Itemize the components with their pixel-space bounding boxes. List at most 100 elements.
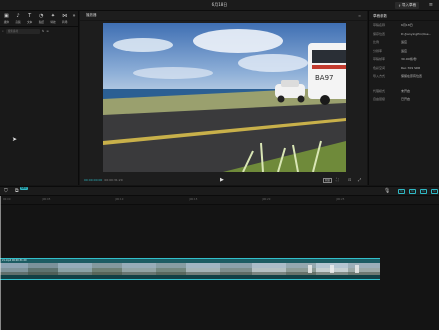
detail-value: 6月18日 bbox=[401, 23, 413, 28]
text-icon: T bbox=[28, 13, 32, 19]
snap-icon[interactable]: ⇋ bbox=[409, 189, 416, 194]
timecode: 00:00:00:00 00:00:31:20 bbox=[84, 178, 123, 182]
detail-value: 适应 bbox=[401, 40, 408, 45]
detail-value: Rec.709 SDR bbox=[401, 65, 421, 70]
share-icon: ⇪ bbox=[398, 3, 401, 8]
detail-value: D:/JianyingPro/Use... bbox=[401, 31, 432, 36]
detail-row: 自由层级 已开启 bbox=[369, 95, 439, 104]
ruler-tick: |00:05 bbox=[42, 198, 51, 201]
detail-row: 导入方式 保留在原有位置 bbox=[369, 72, 439, 81]
filter-icon[interactable]: ≡ bbox=[46, 29, 49, 33]
transition-icon: ⋈ bbox=[62, 13, 68, 19]
detail-value: 30.00帧/秒 bbox=[401, 57, 417, 62]
player-panel: 播放器 ≡ BA97 00:00:00:00 00:00:31:20 ▶ 原始 … bbox=[80, 11, 367, 185]
mouse-pointer-icon: ➤ bbox=[12, 136, 18, 143]
video-clip[interactable]: 21.mp4 00:00:31:20 bbox=[0, 258, 380, 280]
video-frame-image: BA97 bbox=[103, 23, 346, 172]
more-tools-button[interactable]: » bbox=[71, 12, 77, 26]
detail-row: 草稿名称 6月18日 bbox=[369, 21, 439, 30]
detail-value: 适应 bbox=[401, 48, 408, 53]
double-chevron-icon: » bbox=[72, 13, 76, 19]
detail-key: 自由层级 bbox=[373, 97, 386, 102]
play-button[interactable]: ▶ bbox=[220, 177, 224, 183]
import-draft-label: 导入草稿 bbox=[402, 3, 416, 7]
media-toolbar: ▣ 媒体 ♪ 音频 T 文本 ◔ 贴纸 ✦ 特效 ⋈ 转场 » bbox=[0, 11, 78, 27]
sticker-icon: ◔ bbox=[39, 13, 44, 19]
detail-key: 代理模式 bbox=[373, 88, 386, 93]
tab-effects[interactable]: ✦ 特效 bbox=[48, 12, 59, 26]
timeline-toolbar: ⛉ ⧉ NEW 🎙 ⇋ ⇋ ⇋ ⇋ bbox=[0, 186, 439, 196]
detail-key: 导入方式 bbox=[373, 74, 386, 79]
fit-icon[interactable]: ⊡ bbox=[348, 177, 351, 182]
main-menu-icon[interactable]: ≡ bbox=[429, 2, 433, 9]
link-icon[interactable]: ⇋ bbox=[398, 189, 405, 194]
draft-details-panel: 草稿参数 草稿名称 6月18日 保存位置 D:/JianyingPro/Use...… bbox=[368, 11, 439, 185]
tab-label: 贴纸 bbox=[38, 21, 44, 24]
tab-label: 媒体 bbox=[3, 21, 9, 24]
microphone-icon[interactable]: 🎙 bbox=[384, 188, 390, 194]
shield-icon[interactable]: ⛉ bbox=[4, 188, 8, 194]
zoom-icon[interactable]: ⇋ bbox=[431, 189, 438, 194]
media-icon: ▣ bbox=[3, 13, 9, 19]
media-panel: ▣ 媒体 ♪ 音频 T 文本 ◔ 贴纸 ✦ 特效 ⋈ 转场 » ⌕ ⇅ ≡ bbox=[0, 11, 79, 185]
player-header: 播放器 ≡ bbox=[80, 11, 367, 21]
detail-key: 草稿名称 bbox=[373, 23, 386, 28]
import-draft-button[interactable]: ⇪ 导入草稿 bbox=[395, 2, 419, 9]
detail-key: 比例 bbox=[373, 40, 380, 45]
search-icon: ⌕ bbox=[2, 29, 4, 33]
detail-row: 比例 适应 bbox=[369, 38, 439, 47]
detail-row: 色彩空间 Rec.709 SDR bbox=[369, 64, 439, 73]
detail-key: 保存位置 bbox=[373, 31, 386, 36]
audio-icon: ♪ bbox=[16, 13, 20, 19]
tab-transition[interactable]: ⋈ 转场 bbox=[59, 12, 70, 26]
detail-key: 草稿帧率 bbox=[373, 57, 386, 62]
effects-icon: ✦ bbox=[50, 13, 56, 19]
clip-label: 21.mp4 00:00:31:20 bbox=[2, 259, 27, 262]
ruler-tick: |00:25 bbox=[336, 198, 345, 201]
tab-text[interactable]: T 文本 bbox=[24, 12, 35, 26]
aspect-ratio-button[interactable]: 原始 bbox=[323, 178, 333, 183]
current-timecode: 00:00:00:00 bbox=[84, 178, 103, 182]
media-search-row: ⌕ ⇅ ≡ bbox=[0, 27, 78, 35]
total-timecode: 00:00:31:20 bbox=[104, 178, 123, 182]
ruler-tick: 00:00 bbox=[3, 198, 11, 201]
bus-plate-text: BA97 bbox=[315, 74, 334, 82]
preview-axis-icon[interactable]: ⇋ bbox=[420, 189, 427, 194]
crop-icon[interactable]: ⛶ bbox=[336, 177, 339, 182]
ruler-tick: |00:15 bbox=[189, 198, 198, 201]
player-options-icon[interactable]: ≡ bbox=[358, 14, 361, 18]
video-preview[interactable]: BA97 bbox=[103, 23, 346, 172]
tab-label: 转场 bbox=[62, 21, 68, 24]
timeline-ruler[interactable]: 00:00 |00:05 |00:10 |00:15 |00:20 |00:25 bbox=[0, 196, 439, 205]
fullscreen-icon[interactable]: ⤢ bbox=[358, 177, 361, 182]
detail-key: 色彩空间 bbox=[373, 65, 386, 70]
split-icon[interactable]: ⧉ bbox=[15, 188, 19, 194]
details-title: 草稿参数 bbox=[369, 11, 439, 21]
player-title: 播放器 bbox=[86, 13, 97, 17]
clip-audio-strip bbox=[0, 275, 380, 279]
sort-icon[interactable]: ⇅ bbox=[42, 29, 45, 33]
detail-value: 已开启 bbox=[401, 97, 411, 102]
tab-audio[interactable]: ♪ 音频 bbox=[13, 12, 24, 26]
playhead[interactable] bbox=[0, 196, 1, 330]
detail-row: 草稿帧率 30.00帧/秒 bbox=[369, 55, 439, 64]
project-title: 6月18日 bbox=[211, 2, 228, 7]
tab-label: 文本 bbox=[27, 21, 33, 24]
detail-value: 保留在原有位置 bbox=[401, 74, 423, 79]
detail-value: 未开启 bbox=[401, 88, 411, 93]
ruler-tick: |00:20 bbox=[262, 198, 271, 201]
tab-sticker[interactable]: ◔ 贴纸 bbox=[36, 12, 47, 26]
tab-media[interactable]: ▣ 媒体 bbox=[1, 12, 12, 26]
detail-row: 代理模式 未开启 bbox=[369, 87, 439, 96]
timeline-tracks[interactable]: 21.mp4 00:00:31:20 bbox=[0, 205, 439, 330]
detail-key: 分辨率 bbox=[373, 48, 383, 53]
tab-label: 音频 bbox=[15, 21, 21, 24]
media-search-input[interactable] bbox=[5, 28, 40, 34]
tab-label: 特效 bbox=[50, 21, 56, 24]
title-bar: 6月18日 ⇪ 导入草稿 ≡ bbox=[0, 0, 439, 11]
new-badge: NEW bbox=[20, 187, 28, 190]
detail-row: 保存位置 D:/JianyingPro/Use... bbox=[369, 30, 439, 39]
detail-row: 分辨率 适应 bbox=[369, 47, 439, 56]
player-controls: 00:00:00:00 00:00:31:20 ▶ 原始 ⛶ ⊡ ⤢ bbox=[80, 177, 367, 185]
ruler-tick: |00:10 bbox=[115, 198, 124, 201]
